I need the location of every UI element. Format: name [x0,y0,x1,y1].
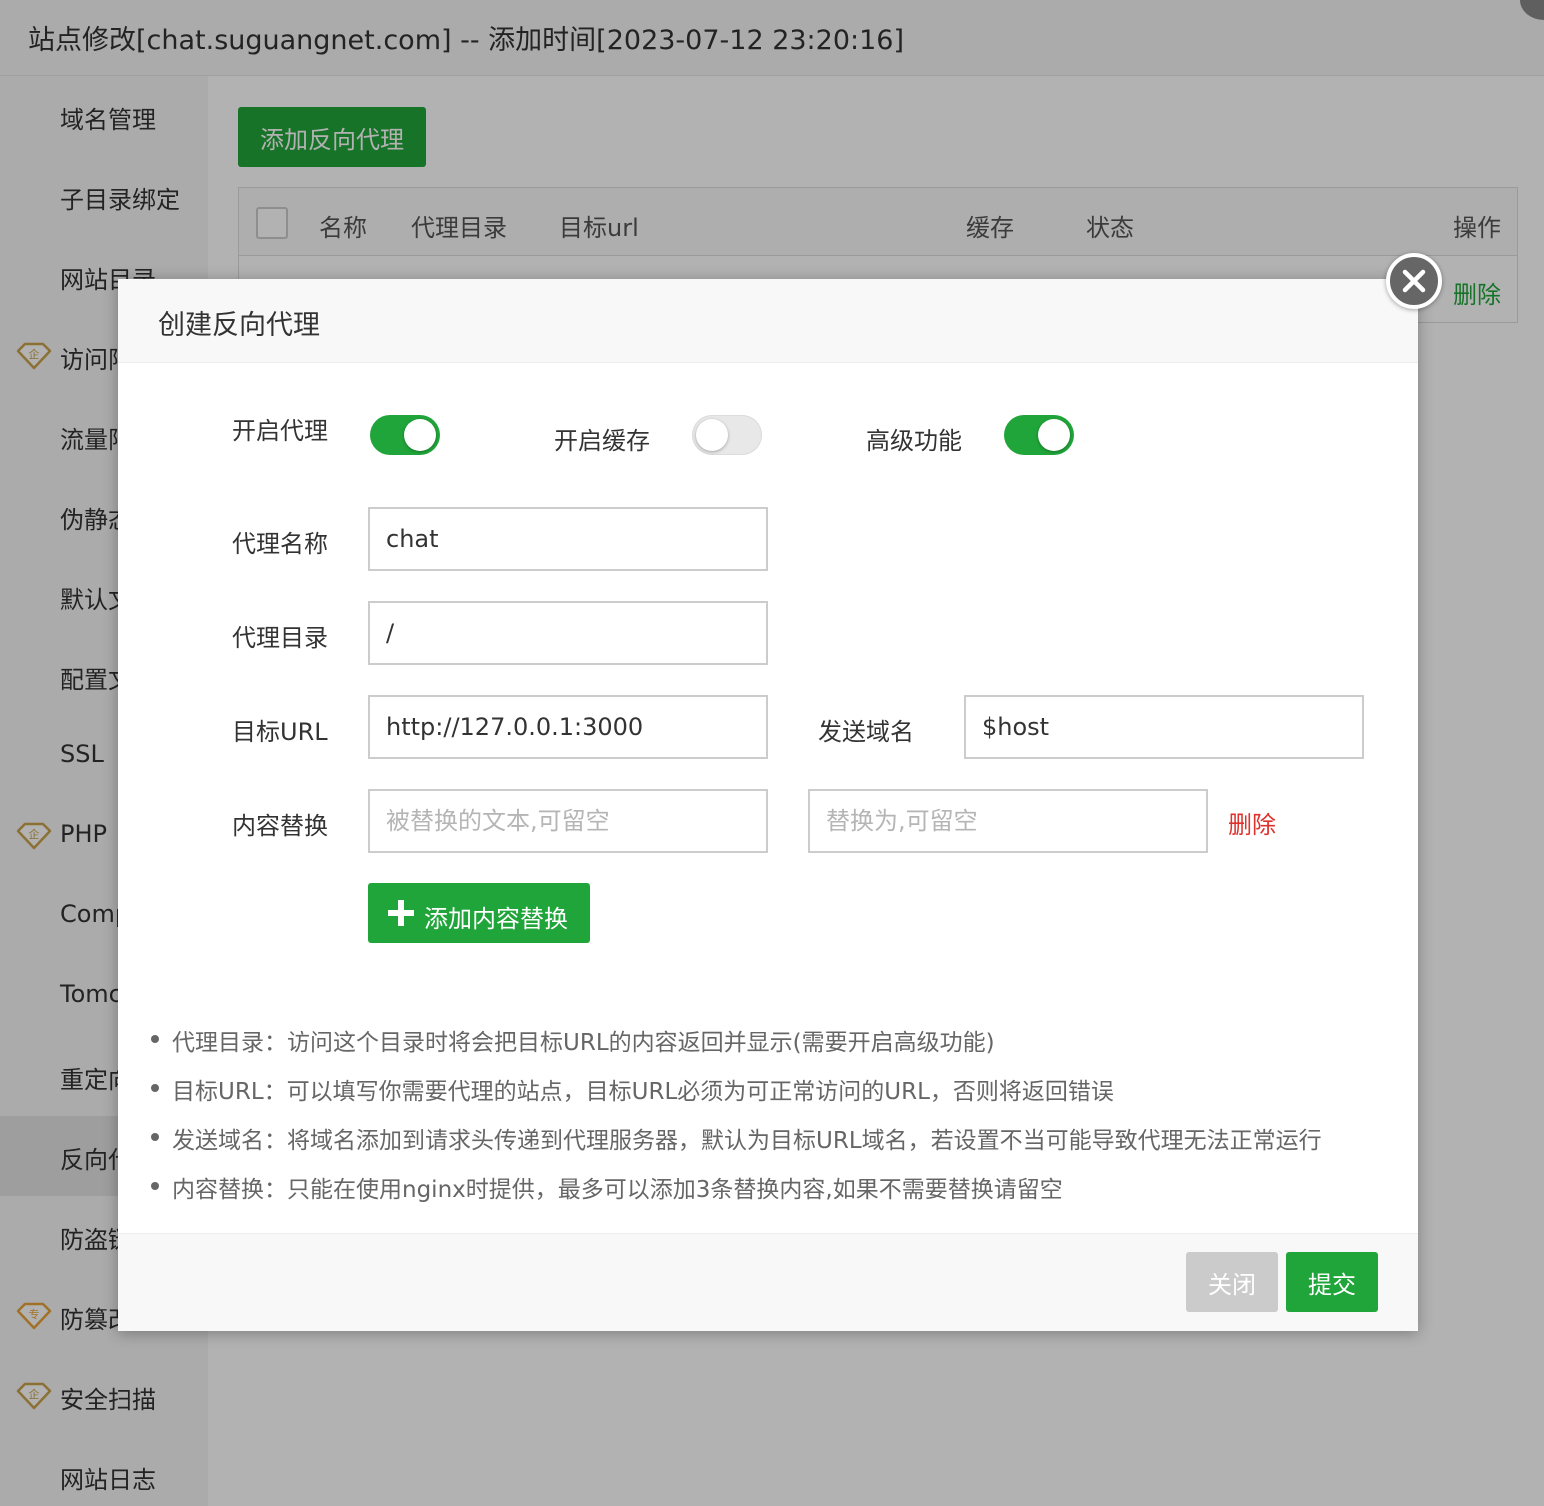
send-domain-label: 发送域名 [818,718,914,746]
advanced-label: 高级功能 [866,427,962,455]
target-url-input[interactable] [368,695,768,759]
enable-proxy-label: 开启代理 [232,417,328,445]
enable-cache-toggle[interactable] [692,415,762,455]
toggle-knob [696,419,728,451]
advanced-toggle[interactable] [1004,415,1074,455]
add-content-replace-button[interactable]: 添加内容替换 [368,883,590,943]
tip-text: 目标URL：可以填写你需要代理的站点，目标URL必须为可正常访问的URL，否则将… [172,1079,1114,1105]
proxy-name-label: 代理名称 [232,530,328,558]
dialog-title: 创建反向代理 [158,310,320,341]
toggle-knob [404,419,436,451]
tip-text: 内容替换：只能在使用nginx时提供，最多可以添加3条替换内容,如果不需要替换请… [172,1177,1063,1203]
delete-replace-link[interactable]: 删除 [1228,805,1276,840]
create-proxy-dialog: 创建反向代理 开启代理 开启缓存 高级功能 代理名称 代理目录 目标URL 发送… [118,253,1442,1331]
tip-text: 发送域名：将域名添加到请求头传递到代理服务器，默认为目标URL域名，若设置不当可… [172,1128,1322,1154]
bullet-icon [151,1133,159,1141]
submit-button[interactable]: 提交 [1286,1252,1378,1312]
dialog-header: 创建反向代理 [118,279,1418,363]
enable-proxy-toggle[interactable] [370,415,440,455]
replace-from-input[interactable] [368,789,768,853]
close-icon[interactable] [1386,253,1442,309]
bullet-icon [151,1084,159,1092]
tip-text: 代理目录：访问这个目录时将会把目标URL的内容返回并显示(需要开启高级功能) [172,1030,995,1056]
enable-cache-label: 开启缓存 [554,427,650,455]
bullet-icon [151,1035,159,1043]
target-url-label: 目标URL [232,718,328,746]
content-replace-label: 内容替换 [232,812,328,840]
plus-icon [388,900,414,926]
proxy-dir-label: 代理目录 [232,624,328,652]
send-domain-input[interactable] [964,695,1364,759]
replace-to-input[interactable] [808,789,1208,853]
toggle-knob [1038,419,1070,451]
proxy-dir-input[interactable] [368,601,768,665]
add-content-replace-label: 添加内容替换 [424,905,568,933]
dialog-footer: 关闭 提交 [118,1233,1418,1331]
bullet-icon [151,1182,159,1190]
proxy-name-input[interactable] [368,507,768,571]
close-button[interactable]: 关闭 [1186,1252,1278,1312]
